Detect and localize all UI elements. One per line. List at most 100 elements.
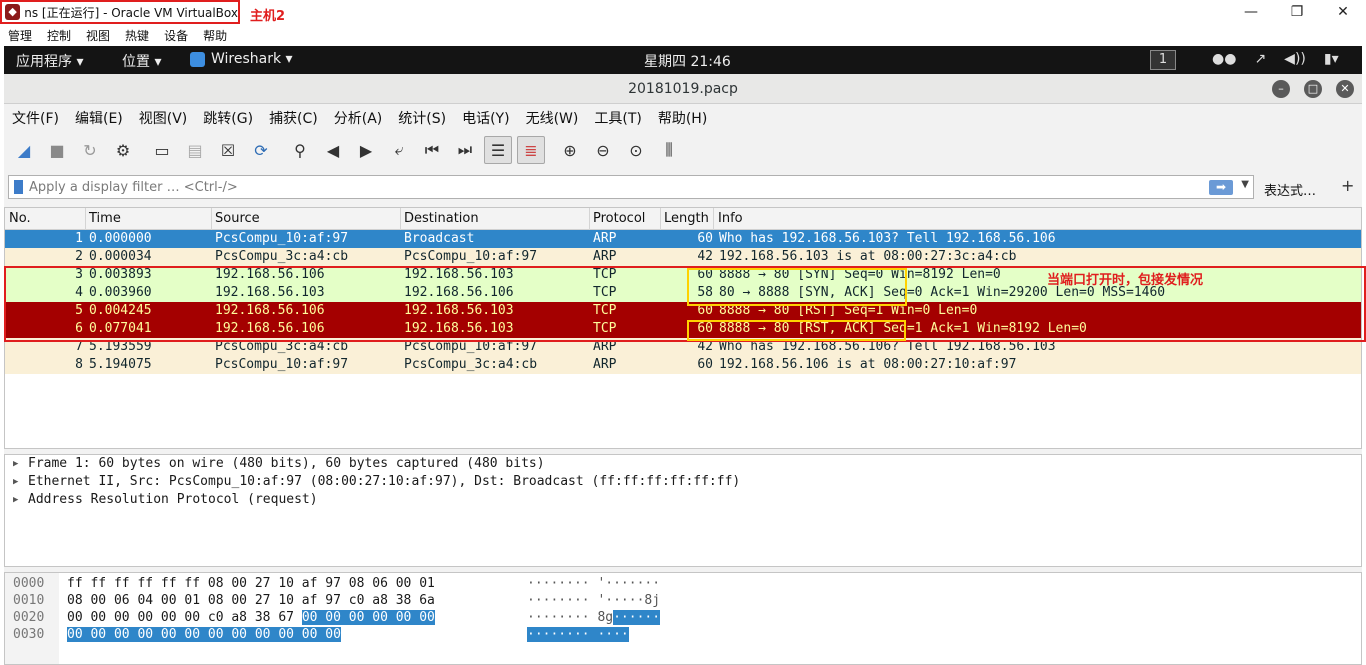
host-menu-view[interactable]: 视图 [86,27,110,44]
detail-row-frame[interactable]: ▶ Frame 1: 60 bytes on wire (480 bits), … [5,455,1361,473]
clock[interactable]: 星期四 21:46 [644,51,731,71]
expand-arrow-icon[interactable]: ▶ [13,491,18,509]
restart-capture-icon[interactable]: ↻ [76,136,104,164]
menu-capture[interactable]: 捕获(C) [269,108,318,128]
expand-arrow-icon[interactable]: ▶ [13,455,18,473]
menu-file[interactable]: 文件(F) [12,108,59,128]
menu-go[interactable]: 跳转(G) [203,108,253,128]
column-header-source[interactable]: Source [215,211,260,226]
workspace-indicator[interactable]: 1 [1150,50,1176,70]
go-to-packet-icon[interactable]: ⤶ [385,136,413,164]
bytes-row[interactable]: 0020 00 00 00 00 00 00 c0 a8 38 67 00 00… [5,609,1361,626]
zoom-out-icon[interactable]: ⊖ [589,136,617,164]
expression-button[interactable]: 表达式… [1264,180,1316,199]
column-header-destination[interactable]: Destination [404,211,479,226]
packet-row[interactable]: 2 0.000034 PcsCompu_3c:a4:cb PcsCompu_10:af… [5,248,1361,266]
column-divider[interactable] [85,208,86,230]
bytes-ascii[interactable]: ········ '·····8j [527,592,660,609]
colorize-icon[interactable]: ≣ [517,136,545,164]
menu-edit[interactable]: 编辑(E) [75,108,123,128]
bytes-row[interactable]: 0010 08 00 06 04 00 01 08 00 27 10 af 97… [5,592,1361,609]
start-capture-icon[interactable]: ◢ [10,136,38,164]
add-filter-button-icon[interactable]: + [1341,176,1354,195]
restore-icon[interactable]: ❐ [1274,0,1320,24]
menu-statistics[interactable]: 统计(S) [398,108,446,128]
packet-row[interactable]: 7 5.193559 PcsCompu_3c:a4:cb PcsCompu_10:af… [5,338,1361,356]
bytes-ascii[interactable]: ········ '······· [527,575,660,592]
resize-columns-icon[interactable]: ⫼ [655,136,683,164]
host-menu-control[interactable]: 控制 [47,27,71,44]
detail-row-ethernet[interactable]: ▶ Ethernet II, Src: PcsCompu_10:af:97 (0… [5,473,1361,491]
menu-view[interactable]: 视图(V) [139,108,188,128]
host-menu-manage[interactable]: 管理 [8,27,32,44]
bytes-hex[interactable]: 08 00 06 04 00 01 08 00 27 10 af 97 c0 a… [67,592,435,609]
host-menu-hotkeys[interactable]: 热键 [125,27,149,44]
column-header-info[interactable]: Info [718,211,743,226]
applications-menu[interactable]: 应用程序 ▾ [16,51,83,71]
detail-text: Address Resolution Protocol (request) [28,492,318,507]
save-file-icon[interactable]: ▤ [181,136,209,164]
places-menu[interactable]: 位置 ▾ [122,51,161,71]
bytes-hex[interactable]: 00 00 00 00 00 00 00 00 00 00 00 00 [67,626,341,643]
ws-maximize-icon[interactable]: □ [1304,80,1322,98]
zoom-in-icon[interactable]: ⊕ [556,136,584,164]
system-tray[interactable]: ●● ↗ ◀)) ▮▾ [1212,51,1339,67]
packet-row[interactable]: 5 0.004245 192.168.56.106 192.168.56.103 TCP… [5,302,1361,320]
host-menu-devices[interactable]: 设备 [164,27,188,44]
ws-close-icon[interactable]: ✕ [1336,80,1354,98]
last-packet-icon[interactable]: ⏭ [451,136,479,164]
packet-row[interactable]: 6 0.077041 192.168.56.106 192.168.56.103 TCP… [5,320,1361,338]
capture-options-icon[interactable]: ⚙ [109,136,137,164]
apply-filter-arrow-icon[interactable]: ➡ [1209,180,1233,195]
menu-tools[interactable]: 工具(T) [594,108,641,128]
packet-bytes[interactable]: 0000 ff ff ff ff ff ff 08 00 27 10 af 97… [4,572,1362,665]
find-packet-icon[interactable]: ⚲ [286,136,314,164]
column-divider[interactable] [713,208,714,230]
packet-no: 8 [75,357,83,372]
go-forward-icon[interactable]: ▶ [352,136,380,164]
expand-arrow-icon[interactable]: ▶ [13,473,18,491]
packet-list[interactable]: No. Time Source Destination Protocol Len… [4,207,1362,449]
packet-details[interactable]: ▶ Frame 1: 60 bytes on wire (480 bits), … [4,454,1362,567]
menu-telephony[interactable]: 电话(Y) [462,108,509,128]
display-filter-input[interactable]: Apply a display filter … <Ctrl-/> ➡ ▼ [8,175,1254,199]
bytes-row[interactable]: 0000 ff ff ff ff ff ff 08 00 27 10 af 97… [5,575,1361,592]
bytes-row[interactable]: 0030 00 00 00 00 00 00 00 00 00 00 00 00… [5,626,1361,643]
column-header-length[interactable]: Length [664,211,709,226]
bytes-hex[interactable]: ff ff ff ff ff ff 08 00 27 10 af 97 08 0… [67,575,435,592]
menu-wireless[interactable]: 无线(W) [526,108,579,128]
open-file-icon[interactable]: ▭ [148,136,176,164]
detail-row-arp[interactable]: ▶ Address Resolution Protocol (request) [5,491,1361,509]
bytes-hex-plain: 00 00 00 00 00 00 c0 a8 38 67 [67,610,302,625]
close-file-icon[interactable]: ☒ [214,136,242,164]
packet-time: 0.003960 [89,285,152,300]
minimize-icon[interactable]: — [1228,0,1274,24]
host-menu-help[interactable]: 帮助 [203,27,227,44]
close-icon[interactable]: ✕ [1320,0,1366,24]
bytes-ascii[interactable]: ········ ···· [527,626,629,643]
bytes-hex[interactable]: 00 00 00 00 00 00 c0 a8 38 67 00 00 00 0… [67,609,435,626]
reload-file-icon[interactable]: ⟳ [247,136,275,164]
wireshark-app-menu[interactable]: Wireshark ▾ [190,51,293,67]
packet-row[interactable]: 1 0.000000 PcsCompu_10:af:97 Broadcast ARP 60… [5,230,1361,248]
column-header-time[interactable]: Time [89,211,121,226]
menu-analyze[interactable]: 分析(A) [334,108,383,128]
filter-bookmark-icon[interactable] [14,180,23,194]
packet-row[interactable]: 8 5.194075 PcsCompu_10:af:97 PcsCompu_3c:a4… [5,356,1361,374]
column-divider[interactable] [400,208,401,230]
normal-size-icon[interactable]: ⊙ [622,136,650,164]
filter-dropdown-icon[interactable]: ▼ [1241,179,1249,190]
go-back-icon[interactable]: ◀ [319,136,347,164]
menu-help[interactable]: 帮助(H) [658,108,707,128]
first-packet-icon[interactable]: ⏮ [418,136,446,164]
column-divider[interactable] [589,208,590,230]
auto-scroll-icon[interactable]: ☰ [484,136,512,164]
bytes-ascii[interactable]: ········ 8g······ [527,609,661,626]
column-divider[interactable] [660,208,661,230]
column-header-no[interactable]: No. [9,211,31,226]
column-divider[interactable] [211,208,212,230]
packet-source: PcsCompu_3c:a4:cb [215,339,349,354]
ws-minimize-icon[interactable]: – [1272,80,1290,98]
stop-capture-icon[interactable]: ■ [43,136,71,164]
column-header-protocol[interactable]: Protocol [593,211,645,226]
